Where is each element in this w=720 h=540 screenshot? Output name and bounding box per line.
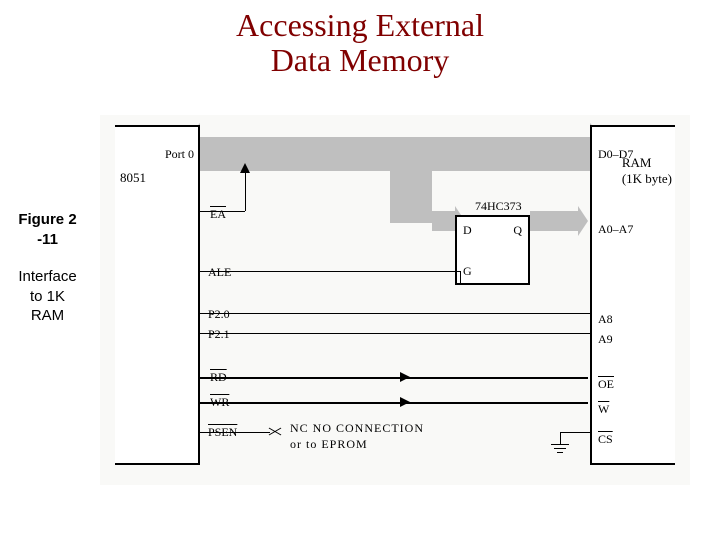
pin-cs: CS	[598, 432, 613, 447]
wire-wr	[200, 402, 588, 404]
note-line1: NC NO CONNECTION	[290, 421, 424, 436]
pin-oe: OE	[598, 377, 614, 392]
bus-out-latch	[530, 211, 578, 231]
pin-p21: P2.1	[208, 327, 230, 342]
wire-p20	[200, 313, 590, 314]
label-latch: 74HC373	[475, 199, 522, 214]
figure-sidebar: Figure 2 -11 Interface to 1K RAM	[0, 210, 95, 326]
pin-d: D	[463, 223, 472, 238]
pin-a8: A8	[598, 312, 613, 327]
wire-ea-h	[200, 211, 245, 212]
pin-p20: P2.0	[208, 307, 230, 322]
wire-ale	[200, 271, 460, 272]
pin-ea: EA	[210, 207, 226, 222]
figure-caption: Interface to 1K RAM	[0, 267, 95, 326]
pin-port0: Port 0	[165, 147, 194, 162]
figure-number: Figure 2 -11	[0, 210, 95, 249]
wire-p21	[200, 333, 590, 334]
page-canvas: Accessing External Data Memory Figure 2 …	[0, 0, 720, 540]
diagram-area: Port 0 8051 D0–D7 A0–A7 A8 A9 OE W CS RA…	[100, 115, 690, 485]
arrow-wr	[400, 397, 410, 407]
arrow-rd	[400, 372, 410, 382]
block-latch: D Q G	[455, 215, 530, 285]
data-bus-drop	[390, 171, 432, 223]
pin-g: G	[463, 264, 472, 279]
pin-a9: A9	[598, 332, 613, 347]
wire-ale-v	[460, 271, 461, 285]
bus-into-latch	[432, 211, 455, 231]
note-line2: or to EPROM	[290, 437, 368, 452]
wire-psen	[200, 432, 270, 433]
pin-a0a7: A0–A7	[598, 222, 633, 237]
pin-q: Q	[513, 223, 522, 238]
wire-cs	[560, 432, 590, 433]
label-ram: RAM (1K byte)	[622, 155, 672, 187]
data-bus-arrow	[200, 137, 590, 171]
pin-w: W	[598, 402, 609, 417]
label-8051: 8051	[120, 170, 146, 186]
pin-ale: ALE	[208, 265, 231, 280]
arrow-ea	[240, 163, 250, 173]
wire-rd	[200, 377, 588, 379]
page-title: Accessing External Data Memory	[0, 8, 720, 78]
wire-ea	[245, 171, 246, 211]
no-connection-mark	[268, 425, 282, 439]
